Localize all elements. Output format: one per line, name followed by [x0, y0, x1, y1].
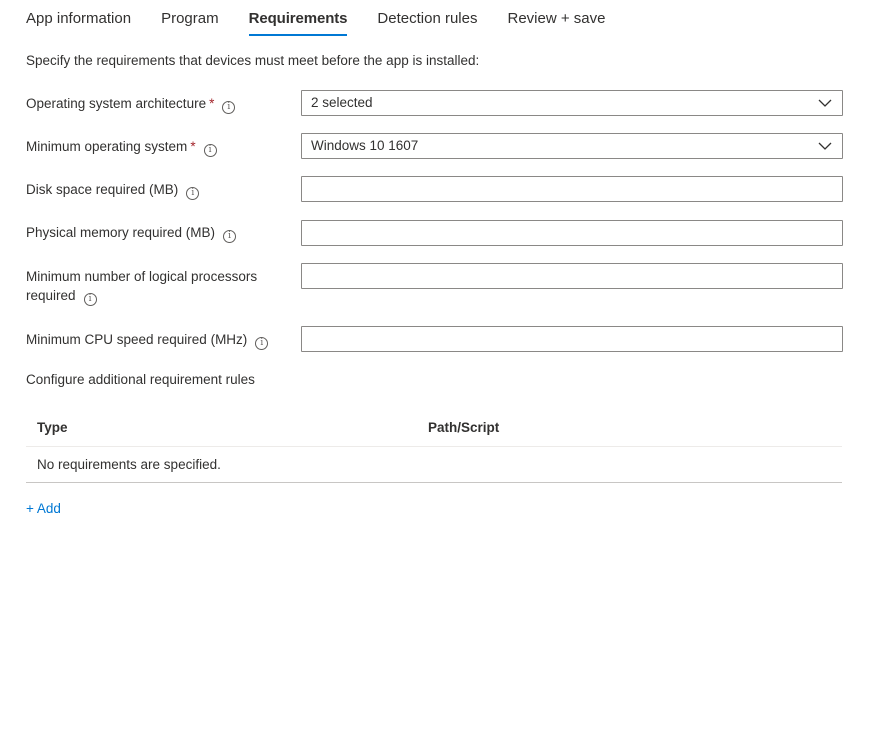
chevron-down-icon	[818, 142, 832, 150]
os-architecture-row: Operating system architecture * i 2 select…	[26, 90, 843, 116]
os-architecture-dropdown[interactable]: 2 selected	[301, 90, 843, 116]
add-requirement-link[interactable]: + Add	[26, 501, 61, 516]
physical-memory-input[interactable]	[301, 220, 843, 246]
info-icon[interactable]: i	[186, 187, 200, 200]
os-architecture-value: 2 selected	[311, 95, 373, 110]
disk-space-row: Disk space required (MB) i	[26, 176, 843, 202]
table-header: Type Path/Script	[26, 412, 842, 447]
cpu-speed-input[interactable]	[301, 326, 843, 352]
physical-memory-row: Physical memory required (MB) i	[26, 220, 843, 246]
tab-detection-rules[interactable]: Detection rules	[377, 0, 477, 36]
logical-processors-row: Minimum number of logical processors req…	[26, 263, 843, 307]
cpu-speed-row: Minimum CPU speed required (MHz) i	[26, 326, 843, 352]
info-icon[interactable]: i	[255, 337, 269, 350]
info-icon[interactable]: i	[203, 144, 217, 157]
empty-message: No requirements are specified.	[37, 457, 221, 472]
info-icon[interactable]: i	[83, 293, 97, 306]
tab-app-information[interactable]: App information	[26, 0, 131, 36]
disk-space-input[interactable]	[301, 176, 843, 202]
physical-memory-label: Physical memory required (MB) i	[26, 223, 286, 243]
required-marker: *	[209, 96, 215, 111]
cpu-speed-label: Minimum CPU speed required (MHz) i	[26, 330, 286, 350]
wizard-tabs: App information Program Requirements Det…	[26, 0, 635, 38]
tab-requirements[interactable]: Requirements	[248, 0, 348, 36]
required-marker: *	[190, 139, 196, 154]
column-header-type[interactable]: Type	[37, 420, 68, 435]
requirement-rules-table: Type Path/Script No requirements are spe…	[26, 412, 842, 483]
tab-program[interactable]: Program	[161, 0, 219, 36]
intro-text: Specify the requirements that devices mu…	[26, 53, 480, 68]
min-os-label: Minimum operating system * i	[26, 137, 286, 157]
min-os-row: Minimum operating system * i Windows 10 16…	[26, 133, 843, 159]
chevron-down-icon	[818, 99, 832, 107]
logical-processors-label: Minimum number of logical processors req…	[26, 269, 258, 306]
additional-rules-label: Configure additional requirement rules	[26, 372, 255, 387]
os-architecture-label: Operating system architecture * i	[26, 94, 286, 114]
disk-space-label: Disk space required (MB) i	[26, 180, 286, 200]
min-os-dropdown[interactable]: Windows 10 1607	[301, 133, 843, 159]
min-os-value: Windows 10 1607	[311, 138, 419, 153]
info-icon[interactable]: i	[222, 101, 236, 114]
logical-processors-input[interactable]	[301, 263, 843, 289]
tab-review-save[interactable]: Review + save	[507, 0, 605, 36]
column-header-path-script[interactable]: Path/Script	[428, 420, 499, 435]
table-empty-row: No requirements are specified.	[26, 447, 842, 483]
info-icon[interactable]: i	[223, 230, 237, 243]
